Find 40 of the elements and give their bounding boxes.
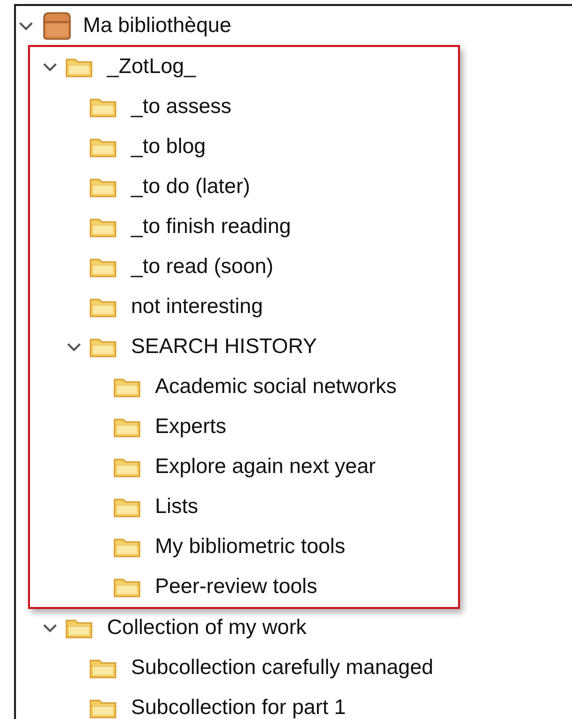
- folder-icon: [89, 256, 117, 278]
- collection-label[interactable]: My bibliometric tools: [155, 531, 346, 563]
- collection-label[interactable]: Lists: [155, 491, 198, 523]
- folder-icon: [65, 617, 93, 639]
- collection-label[interactable]: _to assess: [131, 91, 232, 123]
- collection-label[interactable]: _to blog: [131, 131, 206, 163]
- collection-label[interactable]: not interesting: [131, 291, 263, 323]
- chevron-icon[interactable]: [18, 20, 34, 32]
- folder-icon: [113, 536, 141, 558]
- folder-icon: [89, 336, 117, 358]
- collection-label[interactable]: Academic social networks: [155, 371, 397, 403]
- collection-label[interactable]: Subcollection for part 1: [131, 692, 346, 719]
- collection-label[interactable]: _to read (soon): [131, 251, 274, 283]
- chevron-icon[interactable]: [42, 61, 58, 73]
- folder-icon: [89, 216, 117, 238]
- folder-icon: [89, 296, 117, 318]
- folder-icon: [113, 416, 141, 438]
- chevron-icon[interactable]: [42, 622, 58, 634]
- collection-label[interactable]: Experts: [155, 411, 226, 443]
- collection-label[interactable]: Collection of my work: [107, 612, 307, 644]
- collection-label[interactable]: Explore again next year: [155, 451, 376, 483]
- folder-icon: [89, 96, 117, 118]
- collection-label[interactable]: Subcollection carefully managed: [131, 652, 434, 684]
- folder-icon: [113, 456, 141, 478]
- folder-icon: [89, 176, 117, 198]
- collection-label[interactable]: SEARCH HISTORY: [131, 331, 317, 363]
- folder-icon: [89, 657, 117, 679]
- folder-icon: [65, 56, 93, 78]
- collection-label[interactable]: _ZotLog_: [107, 51, 196, 83]
- folder-icon: [89, 697, 117, 719]
- folder-icon: [113, 576, 141, 598]
- collection-label[interactable]: Peer-review tools: [155, 571, 318, 603]
- library-box-icon: [41, 11, 73, 41]
- collection-label[interactable]: _to finish reading: [131, 211, 291, 243]
- chevron-icon[interactable]: [66, 341, 82, 353]
- collection-label[interactable]: Ma bibliothèque: [83, 10, 232, 42]
- collection-label[interactable]: _to do (later): [131, 171, 250, 203]
- folder-icon: [89, 136, 117, 158]
- folder-icon: [113, 376, 141, 398]
- folder-icon: [113, 496, 141, 518]
